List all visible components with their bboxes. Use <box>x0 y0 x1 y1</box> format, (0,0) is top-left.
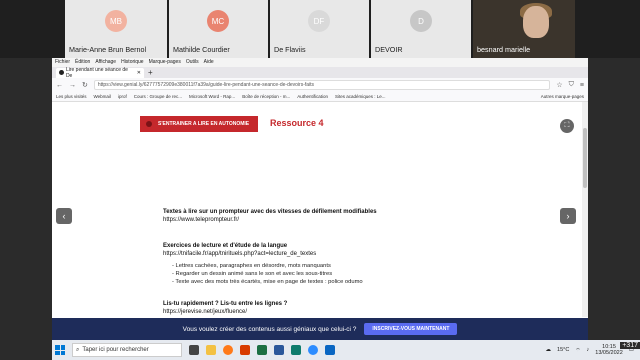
shield-icon[interactable]: ⛉ <box>569 81 574 89</box>
participant-name: De Flaviis <box>274 45 306 54</box>
block-link[interactable]: https://tnifacile.fr/app/tnirituels.php?… <box>163 251 316 257</box>
banner-label-text: S'ENTRAINER A LIRE EN AUTONOMIE <box>158 121 250 127</box>
screen: { "participants": [ {"initials": "MB", "… <box>0 0 640 360</box>
network-icon[interactable]: ⌔ <box>575 347 580 354</box>
block-title: Lis-tu rapidement ? Lis-tu entre les lig… <box>163 301 288 307</box>
signup-button[interactable]: INSCRIVEZ-VOUS MAINTENANT <box>364 323 458 335</box>
fullscreen-icon[interactable]: ⛶ <box>560 119 574 133</box>
avatar: D <box>410 10 432 32</box>
resource-block-3: Lis-tu rapidement ? Lis-tu entre les lig… <box>163 300 287 316</box>
tab-title: Lire pendant une séance de De <box>65 66 128 79</box>
banner-dot-icon <box>146 121 152 127</box>
bookmark-item[interactable]: Sites académiques : Le... <box>335 94 386 99</box>
participant-video <box>523 6 549 38</box>
block-link[interactable]: https://www.teleprompteur.fr/ <box>163 217 239 223</box>
new-tab-icon[interactable]: + <box>148 68 153 77</box>
edge-icon[interactable] <box>308 345 318 355</box>
bookmark-item[interactable]: Les plus visités <box>56 94 87 99</box>
taskbar: ⌕ Taper ici pour rechercher ☁ 15°C ⌔ ♪ 1… <box>52 340 640 360</box>
avatar: DF <box>308 10 330 32</box>
scrollbar[interactable] <box>582 102 588 317</box>
menu-item[interactable]: Historique <box>121 59 144 66</box>
participant-name: Marie-Anne Brun Bernol <box>69 45 147 54</box>
clock[interactable]: 10:15 13/05/2022 <box>595 344 623 356</box>
resource-block-2: Exercices de lecture et d'étude de la la… <box>163 242 316 258</box>
block-title: Exercices de lecture et d'étude de la la… <box>163 243 288 249</box>
prev-arrow-icon[interactable]: ‹ <box>56 208 72 224</box>
weather-icon: ☁ <box>545 347 552 353</box>
bookmark-item[interactable]: Authentification <box>297 94 328 99</box>
bookmark-item[interactable]: Cours : Groupe de rec... <box>134 94 182 99</box>
block-title: Textes à lire sur un prompteur avec des … <box>163 209 377 215</box>
bookmarks-bar: Les plus visités Webmail iprof Cours : G… <box>52 92 588 102</box>
bullet-list: - Lettres cachées, paragraphes en désord… <box>172 262 363 286</box>
star-icon[interactable]: ☆ <box>556 81 562 89</box>
bookmark-item[interactable]: iprof <box>118 94 127 99</box>
powerpoint-icon[interactable] <box>240 345 250 355</box>
taskbar-search[interactable]: ⌕ Taper ici pour rechercher <box>72 343 182 357</box>
participant-name: DEVOIR <box>375 45 403 54</box>
clock-date: 13/05/2022 <box>595 350 623 356</box>
participant-tile[interactable]: DF De Flaviis <box>270 0 369 58</box>
menu-item[interactable]: Édition <box>75 59 90 66</box>
block-link[interactable]: https://jerevise.net/jeux/fluence/ <box>163 309 247 315</box>
close-icon[interactable]: ✕ <box>137 70 141 76</box>
participants-strip: MB Marie-Anne Brun Bernol MC Mathilde Co… <box>0 0 640 58</box>
scrollbar-thumb[interactable] <box>583 128 587 188</box>
avatar: MC <box>207 10 229 32</box>
list-item: - Regarder un dessin animé sans le son e… <box>172 271 333 277</box>
list-item: - Texte avec des mots très écartés, mise… <box>172 279 363 285</box>
weather-temp: 15°C <box>557 347 570 353</box>
banner-title: Ressource 4 <box>270 118 324 128</box>
browser-tab[interactable]: Lire pendant une séance de De ✕ <box>56 66 144 79</box>
genially-favicon-icon <box>59 70 64 75</box>
bookmark-item[interactable]: Webmail <box>94 94 111 99</box>
forward-icon[interactable]: → <box>69 82 76 89</box>
participant-tile[interactable]: MC Mathilde Courdier <box>169 0 268 58</box>
banner-label: S'ENTRAINER A LIRE EN AUTONOMIE <box>140 116 258 132</box>
back-icon[interactable]: ← <box>56 82 63 89</box>
reload-icon[interactable]: ↻ <box>82 81 88 89</box>
menu-item[interactable]: Aide <box>204 59 214 66</box>
cta-bar: Vous voulez créer des contenus aussi gén… <box>52 318 588 340</box>
participant-video-tile[interactable]: besnard marielle <box>473 0 575 58</box>
other-bookmarks[interactable]: Autres marque-pages <box>541 94 584 99</box>
participant-name: besnard marielle <box>477 45 531 54</box>
zoom-icon[interactable] <box>325 345 335 355</box>
avatar: MB <box>105 10 127 32</box>
cta-message: Vous voulez créer des contenus aussi gén… <box>182 325 357 333</box>
participant-tile[interactable]: MB Marie-Anne Brun Bernol <box>65 0 167 58</box>
file-explorer-icon[interactable] <box>206 345 216 355</box>
menu-item[interactable]: Affichage <box>95 59 116 66</box>
app-icon[interactable] <box>291 345 301 355</box>
menu-icon[interactable]: ≡ <box>580 82 584 89</box>
navigation-bar: ← → ↻ https://view.genial.ly/62777572909… <box>52 78 588 92</box>
notification-count: +317 <box>620 342 640 349</box>
participant-tile[interactable]: D DEVOIR <box>371 0 471 58</box>
word-icon[interactable] <box>274 345 284 355</box>
search-placeholder: Taper ici pour rechercher <box>82 347 149 353</box>
url-bar[interactable]: https://view.genial.ly/62777572909e38001… <box>93 80 551 90</box>
menu-item[interactable]: Outils <box>186 59 199 66</box>
tab-bar: Lire pendant une séance de De ✕ + <box>52 66 588 79</box>
browser-window: Fichier Édition Affichage Historique Mar… <box>52 58 588 360</box>
resource-banner: S'ENTRAINER A LIRE EN AUTONOMIE Ressourc… <box>140 116 330 132</box>
url-text: https://view.genial.ly/62777572909e38001… <box>97 82 315 88</box>
menu-item[interactable]: Marque-pages <box>149 59 181 66</box>
participant-name: Mathilde Courdier <box>173 45 230 54</box>
bookmark-item[interactable]: Microsoft Word - Rap... <box>189 94 235 99</box>
excel-icon[interactable] <box>257 345 267 355</box>
windows-start-icon[interactable] <box>55 345 65 355</box>
menu-item[interactable]: Fichier <box>55 59 70 66</box>
bookmark-item[interactable]: Boîte de réception - m... <box>242 94 290 99</box>
volume-icon[interactable]: ♪ <box>587 347 590 353</box>
next-arrow-icon[interactable]: › <box>560 208 576 224</box>
task-view-icon[interactable] <box>189 345 199 355</box>
firefox-icon[interactable] <box>223 345 233 355</box>
list-item: - Lettres cachées, paragraphes en désord… <box>172 263 331 269</box>
resource-block-1: Textes à lire sur un prompteur avec des … <box>163 208 377 224</box>
search-icon: ⌕ <box>76 346 80 353</box>
